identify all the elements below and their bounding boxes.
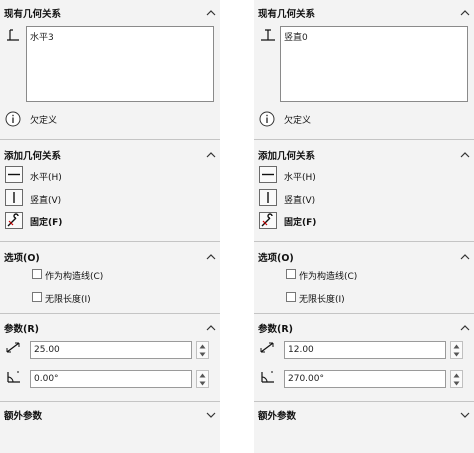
horizontal-line-icon — [6, 167, 22, 182]
chevron-down-icon[interactable] — [460, 411, 470, 419]
relation-list-item[interactable]: 竖直0 — [284, 30, 308, 43]
vertical-relation-icon — [260, 28, 276, 45]
horizontal-line-icon — [260, 167, 276, 182]
angle-dimension-icon — [5, 369, 23, 388]
chevron-up-icon[interactable] — [206, 253, 216, 261]
add-vertical-label[interactable]: 竖直(V) — [30, 193, 61, 206]
spin-down-icon[interactable] — [451, 350, 462, 358]
length-input[interactable]: 12.00 — [284, 341, 446, 359]
add-fixed-button[interactable] — [259, 212, 277, 229]
vertical-line-icon — [6, 190, 22, 205]
property-panel-right: 现有几何关系 竖直0 欠定义 添加几何关系 水平(H) 竖直(V) 固定(F) … — [254, 0, 474, 453]
length-input[interactable]: 25.00 — [30, 341, 192, 359]
spin-up-icon[interactable] — [451, 342, 462, 350]
spin-down-icon[interactable] — [451, 379, 462, 387]
extra-parameters-title: 额外参数 — [4, 411, 43, 422]
chevron-up-icon[interactable] — [460, 324, 470, 332]
vertical-line-icon — [260, 190, 276, 205]
construction-checkbox[interactable] — [286, 269, 296, 279]
add-fixed-button[interactable] — [5, 212, 23, 229]
construction-label[interactable]: 作为构造线(C) — [45, 269, 103, 282]
options-title: 选项(O) — [4, 253, 40, 264]
construction-checkbox[interactable] — [32, 269, 42, 279]
spin-up-icon[interactable] — [197, 342, 208, 350]
add-fixed-label[interactable]: 固定(F) — [30, 215, 62, 228]
definition-status: 欠定义 — [284, 116, 312, 126]
fixed-anchor-icon — [260, 213, 276, 228]
spin-up-icon[interactable] — [451, 371, 462, 379]
options-title: 选项(O) — [258, 253, 294, 264]
add-horizontal-label[interactable]: 水平(H) — [30, 170, 62, 183]
info-icon — [259, 111, 275, 130]
relation-list-item[interactable]: 水平3 — [30, 30, 54, 43]
section-divider — [254, 139, 474, 140]
chevron-up-icon[interactable] — [206, 151, 216, 159]
parameters-title: 参数(R) — [4, 324, 39, 335]
info-icon — [5, 111, 21, 130]
angle-input[interactable]: 270.00° — [284, 370, 446, 388]
infinite-length-label[interactable]: 无限长度(I) — [299, 292, 345, 305]
angle-input[interactable]: 0.00° — [30, 370, 192, 388]
add-horizontal-label[interactable]: 水平(H) — [284, 170, 316, 183]
section-divider — [254, 241, 474, 242]
existing-relations-title: 现有几何关系 — [4, 9, 62, 20]
section-divider — [0, 401, 220, 402]
fixed-anchor-icon — [6, 213, 22, 228]
chevron-down-icon[interactable] — [206, 411, 216, 419]
section-divider — [0, 313, 220, 314]
length-spinner[interactable] — [450, 341, 463, 359]
section-divider — [254, 401, 474, 402]
add-vertical-button[interactable] — [5, 189, 23, 206]
extra-parameters-title: 额外参数 — [258, 411, 297, 422]
spin-down-icon[interactable] — [197, 350, 208, 358]
existing-relations-title: 现有几何关系 — [258, 9, 316, 20]
angle-spinner[interactable] — [196, 370, 209, 388]
section-divider — [0, 241, 220, 242]
add-horizontal-button[interactable] — [259, 166, 277, 183]
add-vertical-button[interactable] — [259, 189, 277, 206]
construction-label[interactable]: 作为构造线(C) — [299, 269, 357, 282]
definition-status: 欠定义 — [30, 116, 58, 126]
add-relations-title: 添加几何关系 — [258, 151, 316, 162]
infinite-length-checkbox[interactable] — [286, 292, 296, 302]
property-panel-left: 现有几何关系 水平3 欠定义 添加几何关系 水平(H) 竖直(V) 固定(F) … — [0, 0, 220, 453]
length-dimension-icon — [259, 340, 277, 359]
add-vertical-label[interactable]: 竖直(V) — [284, 193, 315, 206]
spin-down-icon[interactable] — [197, 379, 208, 387]
chevron-up-icon[interactable] — [206, 9, 216, 17]
existing-relations-list[interactable]: 水平3 — [26, 26, 214, 102]
infinite-length-label[interactable]: 无限长度(I) — [45, 292, 91, 305]
add-fixed-label[interactable]: 固定(F) — [284, 215, 316, 228]
chevron-up-icon[interactable] — [460, 253, 470, 261]
angle-dimension-icon — [259, 369, 277, 388]
chevron-up-icon[interactable] — [460, 9, 470, 17]
add-relations-title: 添加几何关系 — [4, 151, 62, 162]
spin-up-icon[interactable] — [197, 371, 208, 379]
horizontal-relation-icon — [6, 28, 20, 45]
chevron-up-icon[interactable] — [460, 151, 470, 159]
infinite-length-checkbox[interactable] — [32, 292, 42, 302]
section-divider — [0, 139, 220, 140]
chevron-up-icon[interactable] — [206, 324, 216, 332]
add-horizontal-button[interactable] — [5, 166, 23, 183]
length-spinner[interactable] — [196, 341, 209, 359]
section-divider — [254, 313, 474, 314]
length-dimension-icon — [5, 340, 23, 359]
existing-relations-list[interactable]: 竖直0 — [280, 26, 468, 102]
parameters-title: 参数(R) — [258, 324, 293, 335]
angle-spinner[interactable] — [450, 370, 463, 388]
